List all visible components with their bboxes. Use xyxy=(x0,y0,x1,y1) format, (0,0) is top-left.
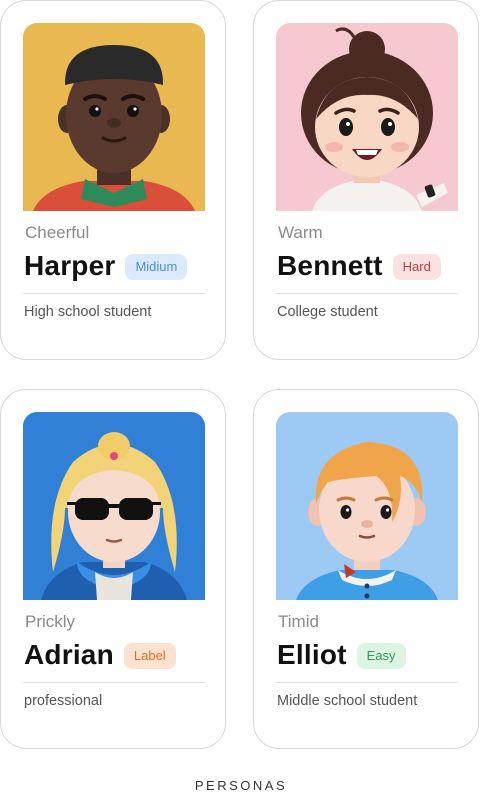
persona-name: Harper xyxy=(24,250,116,281)
persona-card-bennett[interactable]: Warm Bennett Hard College student xyxy=(253,0,479,360)
persona-trait: Timid xyxy=(278,612,319,631)
persona-description: professional xyxy=(24,693,103,709)
persona-card-elliot[interactable]: Timid Elliot Easy Middle school student xyxy=(253,389,479,749)
persona-name: Adrian xyxy=(24,639,114,670)
persona-trait: Cheerful xyxy=(25,223,90,242)
persona-trait: Warm xyxy=(278,223,323,242)
adrian-avatar-image xyxy=(23,412,205,600)
card-divider xyxy=(23,682,205,683)
persona-name-row: Elliot Easy xyxy=(277,638,406,672)
persona-trait: Prickly xyxy=(25,612,76,631)
difficulty-badge: Label xyxy=(123,643,176,669)
persona-name-row: Adrian Label xyxy=(24,638,176,672)
difficulty-badge: Midium xyxy=(125,254,188,280)
persona-description: High school student xyxy=(24,304,152,320)
persona-card-adrian[interactable]: Prickly Adrian Label professional xyxy=(0,389,226,749)
elliot-avatar-image xyxy=(276,412,458,600)
persona-name: Elliot xyxy=(277,639,347,670)
bennett-avatar-image xyxy=(276,23,458,211)
card-divider xyxy=(276,682,458,683)
persona-name: Bennett xyxy=(277,250,383,281)
persona-card-harper[interactable]: Cheerful Harper Midium High school stude… xyxy=(0,0,226,360)
page-footer-title: PERSONAS xyxy=(194,778,288,793)
persona-description: College student xyxy=(277,304,378,320)
difficulty-badge: Easy xyxy=(356,643,406,669)
persona-name-row: Harper Midium xyxy=(24,249,188,283)
difficulty-badge: Hard xyxy=(392,254,441,280)
persona-description: Middle school student xyxy=(277,693,418,709)
persona-name-row: Bennett Hard xyxy=(277,249,441,283)
card-divider xyxy=(276,293,458,294)
card-divider xyxy=(23,293,205,294)
harper-avatar-image xyxy=(23,23,205,211)
